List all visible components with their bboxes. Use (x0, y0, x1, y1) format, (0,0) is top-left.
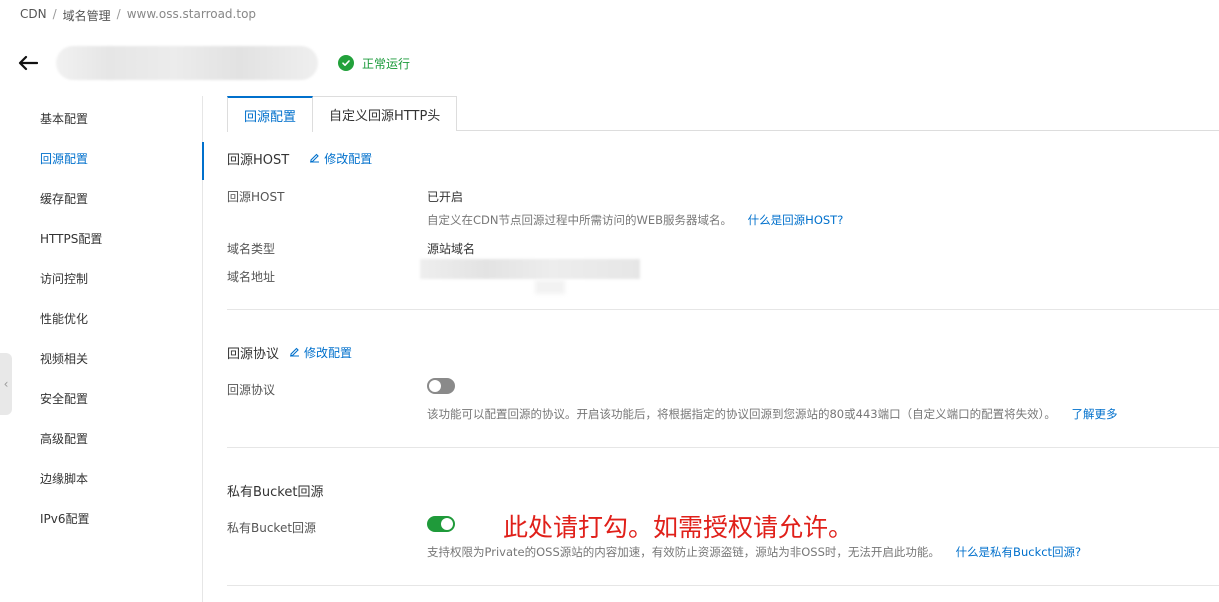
sidebar-item-label: 安全配置 (40, 391, 89, 406)
status-badge: 正常运行 (338, 55, 410, 72)
sidebar-item-label: 高级配置 (40, 431, 89, 446)
origin-host-desc-text: 自定义在CDN节点回源过程中所需访问的WEB服务器域名。 (427, 213, 733, 227)
sidebar-item-label: 性能优化 (40, 311, 89, 326)
section-origin-host: 回源HOST 修改配置 (227, 149, 372, 168)
tab-custom-origin-http-header[interactable]: 自定义回源HTTP头 (313, 96, 458, 131)
sidebar-item-label: 边缘脚本 (40, 471, 89, 486)
domain-address-value-redacted (420, 259, 640, 279)
domain-address-label: 域名地址 (227, 270, 276, 284)
learn-more-link[interactable]: 了解更多 (1071, 407, 1117, 421)
origin-host-description: 自定义在CDN节点回源过程中所需访问的WEB服务器域名。 什么是回源HOST? (427, 212, 843, 228)
sidebar-item-https[interactable]: HTTPS配置 (0, 220, 203, 256)
what-is-origin-host-link[interactable]: 什么是回源HOST? (748, 213, 844, 227)
sidebar: 基本配置 回源配置 缓存配置 HTTPS配置 访问控制 性能优化 视频相关 安全… (0, 96, 204, 602)
breadcrumb-separator: / (52, 7, 57, 21)
check-circle-icon (338, 55, 354, 71)
domain-address-value-redacted (535, 280, 565, 294)
divider (227, 309, 1219, 310)
edit-origin-protocol-button[interactable]: 修改配置 (289, 344, 352, 361)
private-bucket-description: 支持权限为Private的OSS源站的内容加速，有效防止资源盗链，源站为非OSS… (427, 544, 1081, 560)
sidebar-item-advanced[interactable]: 高级配置 (0, 420, 203, 456)
breadcrumb: CDN / 域名管理 / www.oss.starroad.top (20, 7, 256, 24)
sidebar-item-video[interactable]: 视频相关 (0, 340, 203, 376)
chevron-left-icon: ‹ (3, 377, 9, 391)
sidebar-item-label: 缓存配置 (40, 191, 89, 206)
page-header: 正常运行 (18, 46, 410, 80)
sidebar-item-ipv6[interactable]: IPv6配置 (0, 500, 203, 536)
sidebar-item-label: 视频相关 (40, 351, 89, 366)
sidebar-item-label: HTTPS配置 (40, 231, 103, 246)
breadcrumb-cdn[interactable]: CDN (20, 7, 47, 24)
sidebar-item-label: IPv6配置 (40, 511, 90, 526)
sidebar-item-cache[interactable]: 缓存配置 (0, 180, 203, 216)
section-private-bucket: 私有Bucket回源 (227, 481, 323, 500)
edit-label: 修改配置 (304, 346, 353, 360)
sidebar-item-label: 基本配置 (40, 111, 89, 126)
back-arrow-icon[interactable] (18, 52, 40, 74)
sidebar-item-security[interactable]: 安全配置 (0, 380, 203, 416)
sidebar-item-edge-script[interactable]: 边缘脚本 (0, 460, 203, 496)
private-bucket-desc-text: 支持权限为Private的OSS源站的内容加速，有效防止资源盗链，源站为非OSS… (427, 545, 940, 559)
origin-protocol-label: 回源协议 (227, 383, 276, 397)
sidebar-collapse-handle[interactable]: ‹ (0, 353, 12, 415)
tab-origin-config[interactable]: 回源配置 (227, 96, 314, 132)
toggle-knob (429, 380, 441, 392)
section-title: 回源协议 (227, 347, 280, 362)
sidebar-item-origin[interactable]: 回源配置 (0, 140, 204, 180)
origin-protocol-desc-text: 该功能可以配置回源的协议。开启该功能后，将根据指定的协议回源到您源站的80或44… (427, 407, 1056, 421)
toggle-knob (441, 518, 453, 530)
pencil-icon (289, 346, 300, 360)
sidebar-item-access-control[interactable]: 访问控制 (0, 260, 203, 296)
red-annotation-text: 此处请打勾。如需授权请允许。 (503, 513, 854, 542)
what-is-private-bucket-link[interactable]: 什么是私有Buckct回源? (956, 545, 1082, 559)
origin-protocol-toggle[interactable] (427, 378, 455, 394)
breadcrumb-separator: / (116, 7, 121, 21)
edit-label: 修改配置 (324, 152, 373, 166)
edit-origin-host-button[interactable]: 修改配置 (309, 150, 372, 167)
tab-bar: 回源配置 自定义回源HTTP头 (227, 96, 1219, 132)
sidebar-item-basic[interactable]: 基本配置 (0, 100, 203, 136)
sidebar-item-performance[interactable]: 性能优化 (0, 300, 203, 336)
domain-type-label: 域名类型 (227, 242, 276, 256)
private-bucket-label: 私有Bucket回源 (227, 521, 317, 535)
status-text: 正常运行 (362, 56, 411, 71)
section-title: 私有Bucket回源 (227, 485, 324, 500)
pencil-icon (309, 152, 320, 166)
breadcrumb-current: www.oss.starroad.top (126, 7, 257, 21)
domain-type-value: 源站域名 (427, 242, 476, 256)
private-bucket-toggle[interactable] (427, 516, 455, 532)
origin-host-label: 回源HOST (227, 190, 285, 204)
divider (227, 585, 1219, 586)
sidebar-item-label: 访问控制 (40, 271, 89, 286)
section-title: 回源HOST (227, 153, 290, 168)
section-origin-protocol: 回源协议 修改配置 (227, 343, 352, 362)
origin-host-value: 已开启 (427, 190, 464, 204)
origin-protocol-description: 该功能可以配置回源的协议。开启该功能后，将根据指定的协议回源到您源站的80或44… (427, 406, 1117, 422)
divider (227, 447, 1219, 448)
domain-title-redacted (56, 46, 318, 80)
breadcrumb-domain-management[interactable]: 域名管理 (63, 7, 111, 24)
sidebar-item-label: 回源配置 (40, 151, 89, 166)
